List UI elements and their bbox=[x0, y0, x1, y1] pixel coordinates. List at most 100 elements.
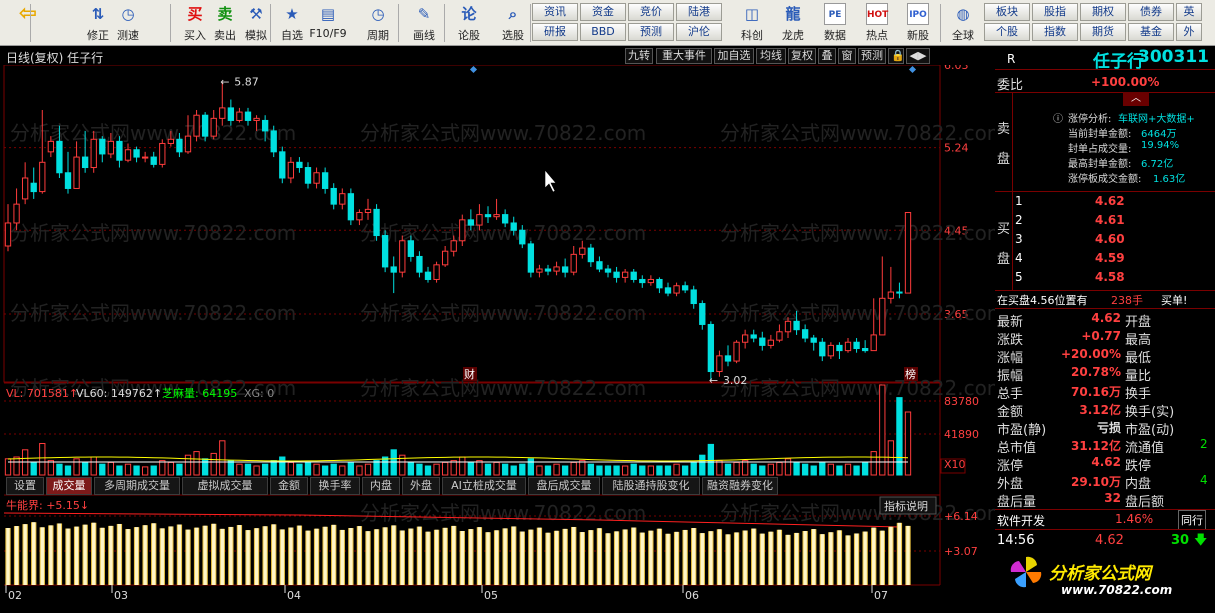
bid-price: 4.62 bbox=[1095, 194, 1125, 208]
candle bbox=[861, 340, 869, 353]
chart-toolbar-button[interactable]: ◀▶ bbox=[906, 48, 930, 64]
quick-button[interactable]: 研报 bbox=[532, 23, 578, 41]
chart-toolbar-button[interactable]: 窗 bbox=[838, 48, 856, 64]
volume-bar bbox=[364, 463, 372, 476]
volume-bar bbox=[279, 456, 286, 476]
indicator-tab[interactable]: 内盘 bbox=[362, 477, 400, 495]
toolbar-magnifier-button[interactable]: ⌕ 选股 bbox=[493, 2, 533, 44]
bid-price: 4.58 bbox=[1095, 270, 1125, 284]
volume-axis-label: 41890 bbox=[944, 428, 979, 441]
collapse-up-icon[interactable]: ︿ bbox=[1123, 92, 1149, 106]
event-marker-icon[interactable] bbox=[469, 65, 478, 74]
indicator-tab[interactable]: 盘后成交量 bbox=[528, 477, 600, 495]
volume-header-zmv: 芝麻量: 64195 bbox=[162, 386, 237, 400]
indicator-tab[interactable]: 设置 bbox=[6, 477, 44, 495]
candle bbox=[699, 300, 706, 330]
buy-note-tag: 买单! bbox=[1161, 294, 1188, 307]
quick-button[interactable]: 资讯 bbox=[532, 3, 578, 21]
market-button[interactable]: 外 bbox=[1176, 23, 1202, 41]
toolbar-dragon-button[interactable]: 龍龙虎 bbox=[773, 2, 813, 44]
market-button[interactable]: 期权 bbox=[1080, 3, 1126, 21]
quick-button[interactable]: 竞价 bbox=[628, 3, 674, 21]
candle bbox=[373, 204, 380, 241]
market-button[interactable]: 股指 bbox=[1032, 3, 1078, 21]
finance-tag[interactable]: 财 bbox=[464, 367, 475, 381]
kline-chart[interactable]: 6.035.244.453.65分析家公式网www.70822.com 分析家公式… bbox=[0, 65, 995, 613]
candle bbox=[433, 261, 440, 283]
quick-button[interactable]: 陆港 bbox=[676, 3, 722, 21]
indicator-tab[interactable]: 陆股通持股变化 bbox=[602, 477, 700, 495]
toolbar-label: 选股 bbox=[502, 29, 524, 42]
volume-bar bbox=[519, 463, 526, 476]
indicator-bar-highlight bbox=[280, 529, 284, 585]
toolbar-f10-button[interactable]: ▤ F10/F9 bbox=[308, 2, 348, 44]
candle bbox=[287, 157, 295, 184]
candle bbox=[656, 277, 663, 294]
clock-icon: ◷ bbox=[371, 5, 385, 23]
toolbar-hot-button[interactable]: HOT 热点 bbox=[857, 2, 897, 44]
bid-level: 4 bbox=[1015, 251, 1023, 265]
indicator-tab[interactable]: 成交量 bbox=[46, 477, 92, 495]
market-button[interactable]: 期货 bbox=[1080, 23, 1126, 41]
zt-topic[interactable]: 车联网+大数据+ bbox=[1118, 110, 1195, 125]
market-button[interactable]: 基金 bbox=[1128, 23, 1174, 41]
toolbar-pen-button[interactable]: ✎ 画线 bbox=[404, 2, 444, 44]
indicator-tab[interactable]: 虚拟成交量 bbox=[182, 477, 268, 495]
toolbar-clock-button[interactable]: ◷ 周期 bbox=[358, 2, 398, 44]
market-button[interactable]: 指数 bbox=[1032, 23, 1078, 41]
chart-toolbar-button[interactable]: 重大事件 bbox=[656, 48, 712, 64]
market-button[interactable]: 英 bbox=[1176, 3, 1202, 21]
toolbar-discuss-button[interactable]: 论论股 bbox=[449, 2, 489, 44]
volume-bar bbox=[416, 463, 423, 476]
toolbar-chart-button[interactable]: ◫ 科创 bbox=[732, 2, 772, 44]
candle bbox=[553, 261, 560, 276]
toolbar-data-button[interactable]: PE 数据 bbox=[815, 2, 855, 44]
chart-toolbar-button[interactable]: 预测 bbox=[858, 48, 886, 64]
indicator-explain-button[interactable]: 指标说明 bbox=[884, 499, 928, 513]
volume-bar bbox=[630, 463, 637, 476]
volume-bar bbox=[159, 460, 166, 476]
toolbar-ipo-button[interactable]: IPO 新股 bbox=[898, 2, 938, 44]
indicator-bar-highlight bbox=[597, 528, 602, 585]
indicator-bar-highlight bbox=[6, 528, 10, 585]
chart-toolbar-button[interactable]: 九转 bbox=[625, 48, 653, 64]
chart-toolbar-button[interactable]: 均线 bbox=[756, 48, 786, 64]
chart-toolbar-button[interactable]: 🔒 bbox=[888, 48, 905, 64]
toolbar-globe-button[interactable]: ◍ 全球 bbox=[943, 2, 983, 44]
indicator-tab[interactable]: AI立桩成交量 bbox=[442, 477, 526, 495]
toolbar-refresh-button[interactable]: ◷ 测速 bbox=[108, 2, 148, 44]
indicator-tab[interactable]: 多周期成交量 bbox=[94, 477, 180, 495]
info-icon[interactable]: ⓘ bbox=[1053, 110, 1063, 125]
volume-bar bbox=[801, 463, 809, 476]
indicator-tab[interactable]: 换手率 bbox=[310, 477, 360, 495]
indicator-bar-highlight bbox=[666, 533, 670, 585]
toolbar-star-button[interactable]: ★ 自选 bbox=[272, 2, 312, 44]
chart-icon: ◫ bbox=[744, 5, 760, 23]
candle bbox=[647, 275, 655, 286]
chart-toolbar-button[interactable]: 叠 bbox=[818, 48, 836, 64]
indicator-axis-label: +6.14 bbox=[944, 510, 978, 523]
chart-toolbar-button[interactable]: 复权 bbox=[788, 48, 816, 64]
quick-button[interactable]: 预测 bbox=[628, 23, 674, 41]
quick-button[interactable]: 资金 bbox=[580, 3, 626, 21]
peer-button[interactable]: 同行 bbox=[1178, 510, 1206, 530]
indicator-bar-highlight bbox=[794, 532, 799, 585]
market-button[interactable]: 债券 bbox=[1128, 3, 1174, 21]
bang-tag[interactable]: 榜 bbox=[905, 367, 916, 381]
indicator-bar-highlight bbox=[229, 526, 233, 585]
volume-bar bbox=[133, 465, 140, 476]
market-button[interactable]: 板块 bbox=[984, 3, 1030, 21]
indicator-tab[interactable]: 金额 bbox=[270, 477, 308, 495]
candle bbox=[639, 275, 646, 288]
indicator-tab[interactable]: 外盘 bbox=[402, 477, 440, 495]
event-marker-icon[interactable] bbox=[908, 65, 917, 74]
quick-button[interactable]: BBD bbox=[580, 23, 626, 41]
quick-button[interactable]: 沪伦 bbox=[676, 23, 722, 41]
volume-bar bbox=[330, 463, 337, 476]
indicator-tab[interactable]: 融资融券变化 bbox=[702, 477, 778, 495]
volume-bar bbox=[141, 466, 149, 476]
indicator-bar-highlight bbox=[546, 532, 550, 585]
toolbar-back-button[interactable]: ⇦ bbox=[8, 2, 48, 44]
chart-toolbar-button[interactable]: 加自选 bbox=[714, 48, 754, 64]
market-button[interactable]: 个股 bbox=[984, 23, 1030, 41]
